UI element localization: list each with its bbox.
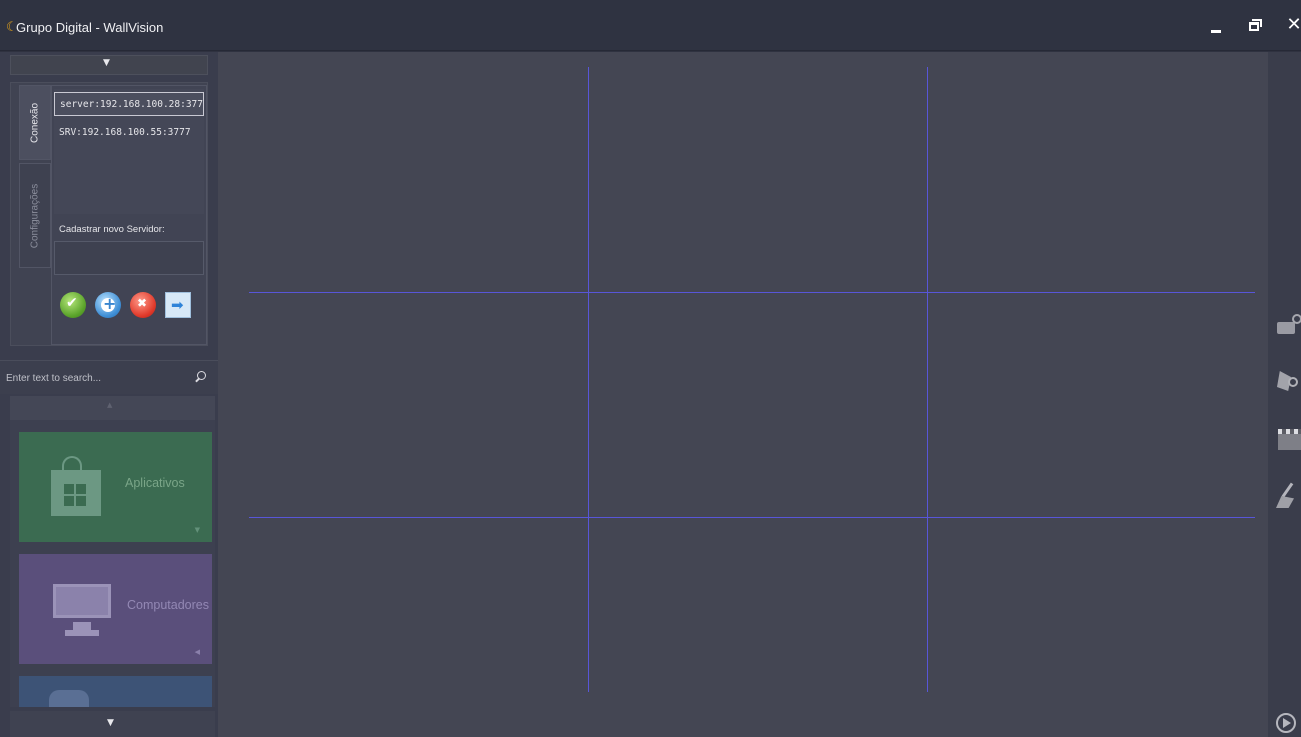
title-bar: ☾ Grupo Digital - WallVision ✕ bbox=[0, 0, 1301, 51]
tile-computadores[interactable]: Computadores ◀ bbox=[19, 554, 212, 664]
left-panel: ▼ Conexão Configurações server:192.168.1… bbox=[0, 52, 218, 737]
tile-label: Aplicativos bbox=[125, 476, 185, 490]
tile-expand-icon: ◀ bbox=[194, 648, 200, 656]
server-list-item[interactable]: server:192.168.100.28:3777 bbox=[54, 92, 204, 116]
tiles-area: ▲ Aplicativos ▼ Computadores ◀ bbox=[10, 396, 215, 707]
play-icon[interactable] bbox=[1276, 713, 1296, 733]
right-toolbar bbox=[1268, 52, 1301, 737]
tab-conexao[interactable]: Conexão bbox=[19, 85, 51, 160]
tab-label: Conexão bbox=[29, 102, 41, 143]
search-input[interactable] bbox=[6, 369, 186, 387]
chevron-down-icon: ▼ bbox=[107, 718, 114, 728]
tile-icon bbox=[49, 690, 89, 707]
tile-expand-icon: ▼ bbox=[194, 526, 200, 534]
tab-configuracoes[interactable]: Configurações bbox=[19, 163, 51, 268]
tile-label: Computadores bbox=[127, 598, 209, 612]
store-bag-icon bbox=[51, 456, 101, 516]
scroll-down-button[interactable]: ▼ bbox=[10, 711, 215, 737]
restore-button[interactable] bbox=[1245, 16, 1265, 36]
scroll-up-button[interactable]: ▲ bbox=[10, 396, 215, 420]
grid-line-horizontal bbox=[249, 292, 1255, 293]
new-server-input[interactable] bbox=[54, 241, 204, 275]
chevron-down-icon: ▼ bbox=[103, 58, 110, 68]
server-list[interactable]: server:192.168.100.28:3777 SRV:192.168.1… bbox=[54, 89, 204, 214]
connection-content: server:192.168.100.28:3777 SRV:192.168.1… bbox=[51, 85, 207, 345]
confirm-icon[interactable] bbox=[60, 292, 86, 318]
server-list-item[interactable]: SRV:192.168.100.55:3777 bbox=[54, 121, 204, 145]
camera-search-icon[interactable] bbox=[1274, 369, 1301, 395]
grid-line-vertical bbox=[588, 67, 589, 692]
tile-partial[interactable] bbox=[19, 676, 212, 707]
delete-icon[interactable] bbox=[130, 292, 156, 318]
connection-panel: Conexão Configurações server:192.168.100… bbox=[10, 82, 208, 346]
computer-icon bbox=[53, 584, 113, 642]
search-box bbox=[0, 360, 218, 394]
clapperboard-icon[interactable] bbox=[1274, 426, 1301, 452]
new-server-label: Cadastrar novo Servidor: bbox=[59, 224, 165, 235]
chevron-up-icon: ▲ bbox=[107, 401, 113, 409]
minimize-button[interactable] bbox=[1206, 16, 1226, 36]
add-icon[interactable]: + bbox=[95, 292, 121, 318]
collapse-panel-button[interactable]: ▼ bbox=[10, 55, 208, 75]
clean-brush-icon[interactable] bbox=[1274, 482, 1301, 508]
video-wall-canvas[interactable] bbox=[218, 52, 1268, 737]
grid-line-horizontal bbox=[249, 517, 1255, 518]
connect-arrow-icon[interactable] bbox=[165, 292, 191, 318]
grid-line-vertical bbox=[927, 67, 928, 692]
search-icon[interactable] bbox=[193, 370, 207, 384]
close-button[interactable]: ✕ bbox=[1284, 16, 1301, 36]
tab-label: Configurações bbox=[29, 183, 41, 248]
camera-add-icon[interactable] bbox=[1274, 314, 1301, 340]
tile-aplicativos[interactable]: Aplicativos ▼ bbox=[19, 432, 212, 542]
window-title: Grupo Digital - WallVision bbox=[16, 20, 164, 35]
